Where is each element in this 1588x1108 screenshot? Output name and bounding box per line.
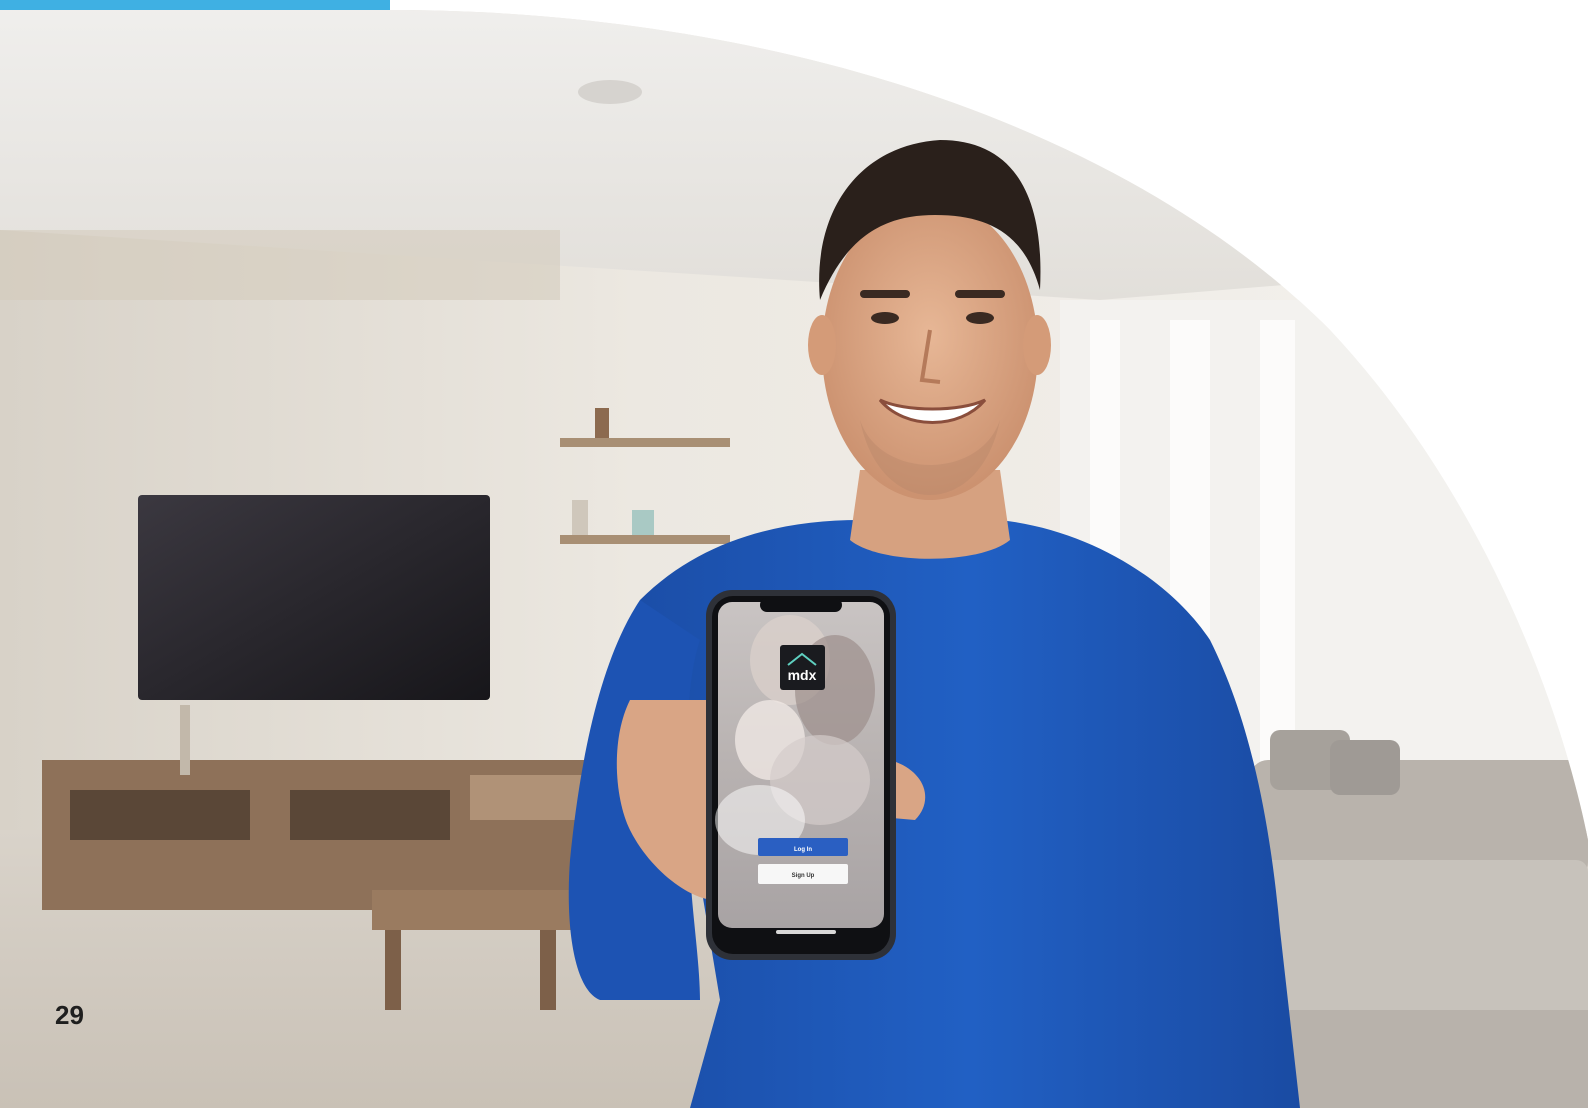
- photo-scene: mdx Log In Sign Up: [0, 10, 1588, 1108]
- app-logo-text: mdx: [788, 667, 817, 683]
- login-button-label[interactable]: Log In: [794, 847, 812, 853]
- signup-button-label[interactable]: Sign Up: [792, 873, 815, 879]
- page-number: 29: [55, 1000, 84, 1030]
